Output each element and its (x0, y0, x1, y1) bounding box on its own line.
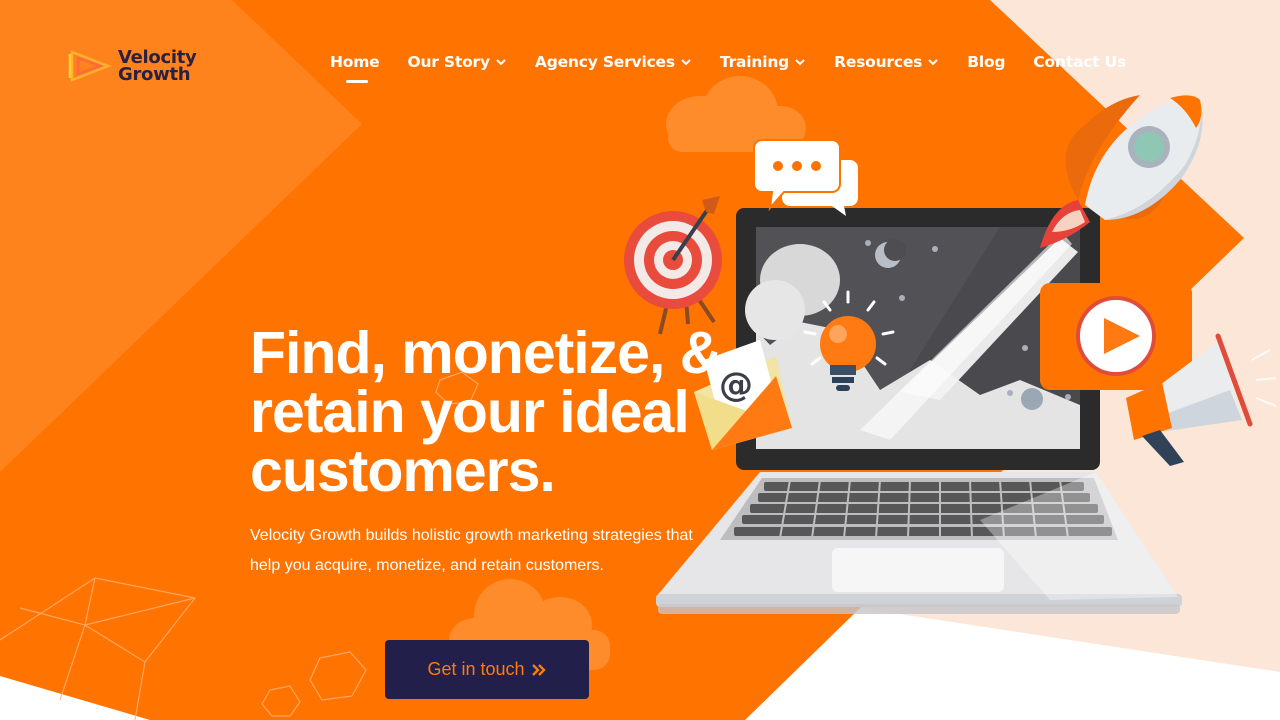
chat-bubble-icon (753, 139, 858, 216)
logo-arrow-icon (68, 50, 112, 82)
chevron-down-icon (496, 59, 506, 66)
nav-item-label: Agency Services (534, 53, 675, 71)
nav-item-our-story[interactable]: Our Story (407, 53, 506, 71)
brand-name-line2: Growth (118, 64, 191, 85)
chevron-down-icon (795, 59, 805, 66)
hero-title-line: retain your ideal (250, 379, 690, 445)
brand-name: Velocity Growth (118, 49, 197, 85)
nav-item-label: Training (719, 53, 790, 71)
nav-item-blog[interactable]: Blog (967, 53, 1005, 71)
nav-item-resources[interactable]: Resources (834, 53, 939, 71)
chevron-down-icon (681, 59, 691, 66)
nav-item-home[interactable]: Home (330, 53, 380, 83)
hero-title-line: customers. (250, 438, 556, 504)
nav-item-training[interactable]: Training (720, 53, 806, 71)
nav-item-label: Blog (967, 53, 1006, 71)
video-play-icon (1040, 283, 1192, 390)
rocket-icon (1040, 95, 1203, 248)
double-chevron-right-icon (531, 663, 546, 676)
nav-item-agency-services[interactable]: Agency Services (535, 53, 692, 71)
nav-item-label: Our Story (407, 53, 490, 71)
nav-item-label: Contact Us (1033, 53, 1127, 71)
hero-subtitle: Velocity Growth builds holistic growth m… (250, 527, 693, 574)
target-icon (624, 211, 722, 335)
chevron-down-icon (928, 59, 938, 66)
nav-item-label: Resources (834, 53, 923, 71)
nav-item-label: Home (330, 53, 380, 71)
hero-title: Find, monetize, & retain your ideal cust… (250, 324, 770, 501)
get-in-touch-button[interactable]: Get in touch (385, 640, 589, 699)
hero-title-line: Find, monetize, & (250, 320, 722, 386)
nav-item-contact-us[interactable]: Contact Us (1033, 53, 1126, 71)
cta-label: Get in touch (427, 659, 525, 679)
brand-logo[interactable]: Velocity Growth (68, 46, 197, 86)
main-navigation: Home Our Story Agency Services Training … (330, 53, 1154, 83)
